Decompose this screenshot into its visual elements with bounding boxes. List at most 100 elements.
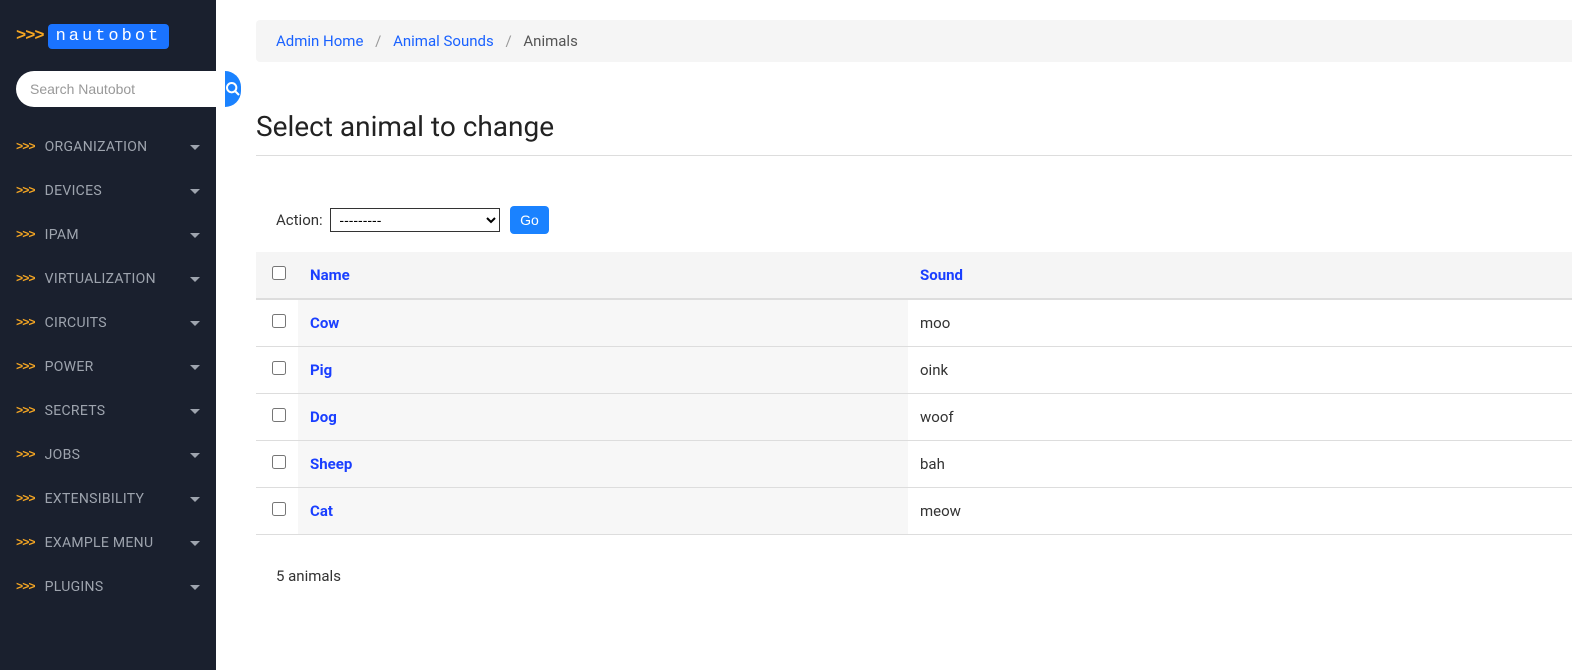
row-sound-cell: woof	[908, 394, 1572, 441]
breadcrumb-home[interactable]: Admin Home	[276, 32, 363, 50]
chevrons-icon: >>>	[16, 140, 35, 154]
row-select-checkbox[interactable]	[272, 361, 286, 375]
column-header-sound: Sound	[908, 252, 1572, 299]
table-row: Sheep bah	[256, 441, 1572, 488]
breadcrumb: Admin Home / Animal Sounds / Animals	[256, 20, 1572, 62]
row-select-cell	[256, 347, 298, 394]
row-name-link[interactable]: Cow	[310, 314, 339, 332]
bulk-action-row: Action: --------- Go	[256, 206, 1572, 234]
sidebar: >>> nautobot >>>ORGANIZATION>>>DEVICES>>…	[0, 0, 216, 670]
row-select-checkbox[interactable]	[272, 314, 286, 328]
table-row: Cat meow	[256, 488, 1572, 535]
row-name-cell: Pig	[298, 347, 908, 394]
caret-down-icon	[190, 189, 200, 194]
caret-down-icon	[190, 233, 200, 238]
results-table: Name Sound CowmooPigoinkDogwoofSheepbahC…	[256, 252, 1572, 535]
row-name-cell: Sheep	[298, 441, 908, 488]
nav-item-jobs[interactable]: >>> JOBS	[0, 433, 216, 477]
nav-item-ipam[interactable]: >>> IPAM	[0, 213, 216, 257]
chevrons-icon: >>>	[16, 580, 35, 594]
search-form	[0, 59, 216, 125]
table-row: Dog woof	[256, 394, 1572, 441]
sort-name[interactable]: Name	[310, 266, 350, 284]
nav-item-label: CIRCUITS	[45, 315, 182, 331]
chevrons-icon: >>>	[16, 360, 35, 374]
search-input[interactable]	[16, 71, 225, 107]
action-select[interactable]: ---------	[330, 208, 500, 232]
nav-item-secrets[interactable]: >>> SECRETS	[0, 389, 216, 433]
select-all-checkbox[interactable]	[272, 266, 286, 280]
row-select-cell	[256, 441, 298, 488]
breadcrumb-separator: /	[375, 32, 381, 50]
column-header-name: Name	[298, 252, 908, 299]
row-name-link[interactable]: Sheep	[310, 455, 352, 473]
brand-logo[interactable]: >>> nautobot	[0, 14, 216, 59]
caret-down-icon	[190, 365, 200, 370]
nav-list: >>> ORGANIZATION >>> DEVICES >>> IPAM >>> VIRTU…	[0, 125, 216, 609]
row-name-cell: Dog	[298, 394, 908, 441]
breadcrumb-section[interactable]: Animal Sounds	[393, 32, 494, 50]
nav-item-extensibility[interactable]: >>> EXTENSIBILITY	[0, 477, 216, 521]
page-title: Select animal to change	[256, 110, 1572, 143]
row-sound-cell: moo	[908, 299, 1572, 347]
result-count: 5 animals	[256, 567, 1572, 585]
caret-down-icon	[190, 453, 200, 458]
nav-item-plugins[interactable]: >>> PLUGINS	[0, 565, 216, 609]
nav-item-label: EXTENSIBILITY	[45, 491, 182, 507]
nav-item-label: SECRETS	[45, 403, 182, 419]
chevrons-icon: >>>	[16, 27, 44, 46]
nav-item-devices[interactable]: >>> DEVICES	[0, 169, 216, 213]
chevrons-icon: >>>	[16, 228, 35, 242]
caret-down-icon	[190, 585, 200, 590]
row-name-cell: Cow	[298, 299, 908, 347]
nav-item-organization[interactable]: >>> ORGANIZATION	[0, 125, 216, 169]
row-select-checkbox[interactable]	[272, 502, 286, 516]
nav-item-label: ORGANIZATION	[45, 139, 182, 155]
row-name-link[interactable]: Pig	[310, 361, 332, 379]
caret-down-icon	[190, 321, 200, 326]
divider	[256, 155, 1572, 156]
nav-item-label: VIRTUALIZATION	[45, 271, 182, 287]
caret-down-icon	[190, 541, 200, 546]
nav-item-circuits[interactable]: >>> CIRCUITS	[0, 301, 216, 345]
row-sound-cell: meow	[908, 488, 1572, 535]
nav-item-label: POWER	[45, 359, 182, 375]
caret-down-icon	[190, 277, 200, 282]
row-select-checkbox[interactable]	[272, 455, 286, 469]
table-row: Pig oink	[256, 347, 1572, 394]
nav-item-label: DEVICES	[45, 183, 182, 199]
chevrons-icon: >>>	[16, 272, 35, 286]
row-name-link[interactable]: Cat	[310, 502, 333, 520]
nav-item-label: PLUGINS	[45, 579, 182, 595]
row-sound-cell: bah	[908, 441, 1572, 488]
caret-down-icon	[190, 145, 200, 150]
caret-down-icon	[190, 497, 200, 502]
nav-item-label: JOBS	[45, 447, 182, 463]
row-name-cell: Cat	[298, 488, 908, 535]
row-select-cell	[256, 299, 298, 347]
sort-sound[interactable]: Sound	[920, 266, 963, 284]
nav-item-label: IPAM	[45, 227, 182, 243]
brand-name: nautobot	[48, 24, 170, 49]
chevrons-icon: >>>	[16, 184, 35, 198]
chevrons-icon: >>>	[16, 404, 35, 418]
nav-item-virtualization[interactable]: >>> VIRTUALIZATION	[0, 257, 216, 301]
breadcrumb-current: Animals	[523, 32, 577, 50]
row-select-cell	[256, 394, 298, 441]
action-label: Action:	[276, 211, 323, 229]
go-button[interactable]: Go	[510, 206, 549, 234]
breadcrumb-separator: /	[505, 32, 511, 50]
nav-item-label: EXAMPLE MENU	[45, 535, 182, 551]
chevrons-icon: >>>	[16, 492, 35, 506]
main-content: Admin Home / Animal Sounds / Animals Sel…	[216, 0, 1572, 670]
row-sound-cell: oink	[908, 347, 1572, 394]
chevrons-icon: >>>	[16, 316, 35, 330]
chevrons-icon: >>>	[16, 536, 35, 550]
row-name-link[interactable]: Dog	[310, 408, 337, 426]
nav-item-power[interactable]: >>> POWER	[0, 345, 216, 389]
chevrons-icon: >>>	[16, 448, 35, 462]
nav-item-example-menu[interactable]: >>> EXAMPLE MENU	[0, 521, 216, 565]
row-select-cell	[256, 488, 298, 535]
caret-down-icon	[190, 409, 200, 414]
row-select-checkbox[interactable]	[272, 408, 286, 422]
